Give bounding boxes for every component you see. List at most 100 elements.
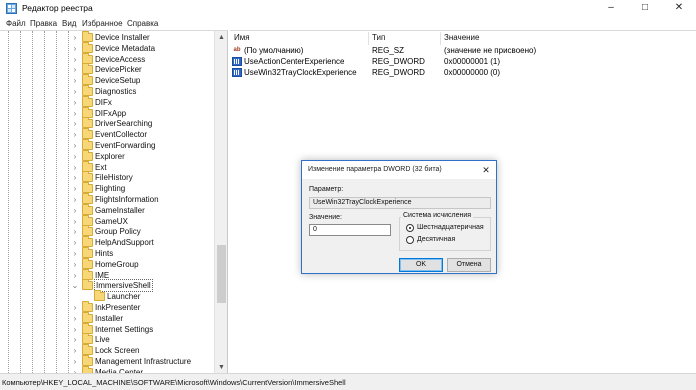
column-separator[interactable]: [368, 32, 369, 45]
expand-chevron-icon[interactable]: ›: [71, 205, 79, 216]
column-separator[interactable]: [440, 32, 441, 45]
collapse-chevron-icon[interactable]: ⌄: [71, 280, 79, 291]
scroll-up-arrow-icon[interactable]: ▲: [215, 31, 227, 44]
expand-chevron-icon[interactable]: ›: [71, 140, 79, 151]
expand-chevron-icon[interactable]: ›: [71, 226, 79, 237]
tree-item[interactable]: › DriverSearching: [0, 117, 214, 129]
expand-chevron-icon[interactable]: ›: [71, 334, 79, 345]
tree-item[interactable]: › Internet Settings: [0, 322, 214, 335]
key-tree[interactable]: › Device Installer › Device Metadata › Device…: [0, 30, 228, 373]
maximize-button[interactable]: □: [628, 0, 662, 16]
tree-item[interactable]: › Lock Screen: [0, 344, 214, 356]
tree-item[interactable]: › Diagnostics: [0, 85, 214, 97]
expand-chevron-icon[interactable]: ›: [71, 32, 79, 43]
menu-help[interactable]: Справка: [127, 19, 158, 28]
menu-favorites[interactable]: Избранное: [82, 19, 123, 28]
tree-item[interactable]: › Ext: [0, 160, 214, 173]
value-type: REG_DWORD: [372, 68, 425, 77]
folder-icon: [82, 214, 93, 226]
expand-chevron-icon[interactable]: ›: [71, 313, 79, 324]
expand-chevron-icon[interactable]: ›: [71, 75, 79, 86]
menu-bar: Файл Правка Вид Избранное Справка: [0, 17, 696, 30]
tree-item[interactable]: › Device Metadata: [0, 41, 214, 54]
column-header-name[interactable]: Имя: [234, 33, 250, 44]
value-row[interactable]: ab (По умолчанию) REG_SZ (значение не пр…: [230, 45, 696, 56]
tree-item[interactable]: › EventForwarding: [0, 139, 214, 151]
scroll-down-arrow-icon[interactable]: ▼: [215, 361, 227, 373]
expand-chevron-icon[interactable]: ›: [71, 259, 79, 270]
expand-chevron-icon[interactable]: ›: [71, 97, 79, 108]
expand-chevron-icon[interactable]: ›: [71, 237, 79, 248]
tree-item[interactable]: › Explorer: [0, 149, 214, 162]
tree-item[interactable]: › EventCollector: [0, 128, 214, 140]
tree-item[interactable]: › Installer: [0, 311, 214, 324]
tree-item[interactable]: › Device Installer: [0, 31, 214, 43]
menu-file[interactable]: Файл: [6, 19, 26, 28]
expand-chevron-icon[interactable]: ›: [71, 302, 79, 313]
expand-chevron-icon[interactable]: ›: [71, 151, 79, 162]
expand-chevron-icon[interactable]: ›: [71, 54, 79, 65]
tree-item[interactable]: › FlightsInformation: [0, 193, 214, 205]
radix-dec-radio[interactable]: [406, 236, 414, 244]
tree-item[interactable]: › DIFx: [0, 95, 214, 108]
value-data: 0x00000001 (1): [444, 57, 501, 66]
expand-chevron-icon[interactable]: ›: [71, 118, 79, 129]
radix-hex-radio[interactable]: [406, 224, 414, 232]
dialog-close-button[interactable]: ✕: [480, 164, 492, 176]
expand-chevron-icon[interactable]: ›: [71, 194, 79, 205]
menu-edit[interactable]: Правка: [30, 19, 57, 28]
value-row[interactable]: UseWin32TrayClockExperience REG_DWORD 0x…: [230, 67, 696, 78]
tree-item[interactable]: › HelpAndSupport: [0, 236, 214, 248]
tree-scrollbar[interactable]: ▲ ▼: [214, 31, 227, 373]
tree-item[interactable]: › DevicePicker: [0, 63, 214, 75]
value-row[interactable]: UseActionCenterExperience REG_DWORD 0x00…: [230, 56, 696, 67]
tree-item-label: Group Policy: [95, 227, 141, 237]
expand-chevron-icon[interactable]: ›: [71, 324, 79, 335]
ok-button[interactable]: OK: [399, 258, 443, 272]
radix-hex-label[interactable]: Шестнадцатеричная: [417, 224, 484, 231]
tree-item[interactable]: › DeviceSetup: [0, 74, 214, 86]
expand-chevron-icon[interactable]: ›: [71, 172, 79, 183]
expand-chevron-icon[interactable]: ›: [71, 345, 79, 356]
tree-item[interactable]: › Management Infrastructure: [0, 355, 214, 367]
menu-view[interactable]: Вид: [62, 19, 76, 28]
tree-item[interactable]: › DeviceAccess: [0, 52, 214, 65]
tree-item[interactable]: › Live: [0, 333, 214, 345]
scroll-thumb[interactable]: [217, 245, 226, 303]
minimize-button[interactable]: –: [594, 0, 628, 16]
close-button[interactable]: ✕: [662, 0, 696, 16]
expand-chevron-icon[interactable]: ›: [71, 183, 79, 194]
tree-item-label: Installer: [95, 313, 124, 323]
tree-item[interactable]: › IME: [0, 268, 214, 281]
value-input[interactable]: 0: [309, 224, 391, 236]
expand-chevron-icon[interactable]: ›: [71, 216, 79, 227]
folder-icon: [82, 160, 93, 172]
expand-chevron-icon[interactable]: ›: [71, 86, 79, 97]
tree-item[interactable]: › Hints: [0, 247, 214, 259]
column-header-data[interactable]: Значение: [444, 33, 479, 44]
tree-item[interactable]: › HomeGroup: [0, 257, 214, 270]
expand-chevron-icon[interactable]: ›: [71, 270, 79, 281]
tree-item[interactable]: › Group Policy: [0, 225, 214, 237]
tree-item[interactable]: Launcher: [0, 290, 214, 302]
expand-chevron-icon[interactable]: ›: [71, 356, 79, 367]
tree-item[interactable]: › DIFxApp: [0, 106, 214, 119]
tree-item[interactable]: › GameUX: [0, 214, 214, 227]
tree-item[interactable]: › Flighting: [0, 182, 214, 194]
radix-dec-label[interactable]: Десятичная: [417, 236, 455, 243]
tree-item[interactable]: › GameInstaller: [0, 203, 214, 216]
expand-chevron-icon[interactable]: ›: [71, 162, 79, 173]
value-data: 0x00000000 (0): [444, 68, 501, 77]
expand-chevron-icon[interactable]: ›: [71, 43, 79, 54]
tree-item[interactable]: › FileHistory: [0, 171, 214, 183]
tree-item-label: ImmersiveShell: [94, 279, 153, 293]
column-header-type[interactable]: Тип: [372, 33, 385, 44]
expand-chevron-icon[interactable]: ›: [71, 108, 79, 119]
expand-chevron-icon[interactable]: ›: [71, 64, 79, 75]
expand-chevron-icon[interactable]: ›: [71, 129, 79, 140]
tree-item-label: Ext: [95, 162, 107, 172]
tree-item[interactable]: › InkPresenter: [0, 301, 214, 313]
tree-item[interactable]: ⌄ ImmersiveShell: [0, 279, 214, 293]
cancel-button[interactable]: Отмена: [447, 258, 491, 272]
expand-chevron-icon[interactable]: ›: [71, 248, 79, 259]
